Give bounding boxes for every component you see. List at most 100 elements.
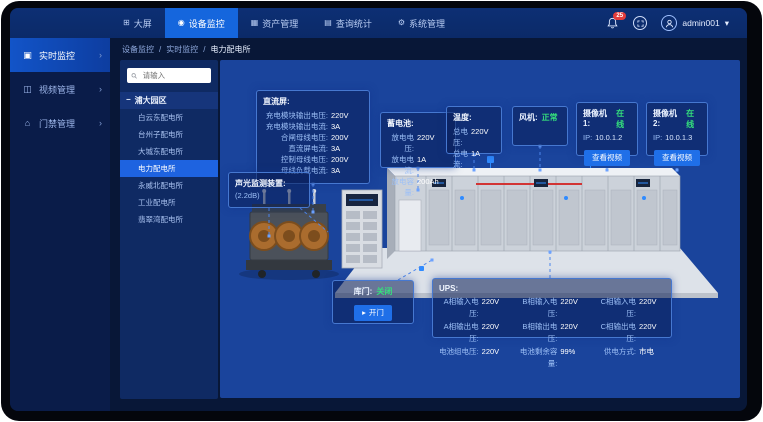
view-video-button[interactable]: 查看视频 (654, 150, 700, 166)
breadcrumb-current: 电力配电所 (210, 44, 250, 55)
field-value: 1A (471, 148, 495, 170)
tab-label: 系统管理 (409, 17, 445, 30)
field-value: 3A (331, 165, 363, 176)
device-monitor-icon: ◉ (178, 19, 185, 27)
field-value: 200Ah (417, 176, 449, 198)
camera1-status: 在线 (616, 108, 631, 130)
field-value: 220V (482, 321, 508, 345)
view-video-button[interactable]: 查看视频 (584, 150, 630, 166)
camera2-ip: 10.0.1.3 (665, 133, 692, 142)
door-icon: ⌂ (22, 118, 33, 128)
breadcrumb: 设备监控 / 实时监控 / 电力配电所 (122, 38, 250, 60)
ip-label: IP: (583, 133, 592, 142)
tab-label: 设备监控 (189, 17, 225, 30)
field-value: 220V (482, 296, 508, 320)
open-door-button[interactable]: ▸ 开门 (354, 305, 392, 321)
door-status: 关闭 (376, 286, 392, 297)
tree-item[interactable]: 大城东配电所 (120, 143, 218, 160)
field-value: 220V (560, 321, 586, 345)
field-label: 放电电流: (387, 154, 414, 176)
tree-item[interactable]: 永威北配电所 (120, 177, 218, 194)
nav-tabs: ⊞ 大屏 ◉ 设备监控 ▦ 资产管理 ▤ 查询统计 ⚙ 系统管理 (110, 8, 458, 38)
tab-query-stats[interactable]: ▤ 查询统计 (311, 8, 385, 38)
tree-root-node[interactable]: − 浦大园区 (120, 92, 218, 109)
field-label: A相输出电压: (439, 321, 479, 345)
collapse-icon[interactable]: − (126, 95, 131, 106)
field-value: 3A (331, 143, 363, 154)
user-name: admin001 (682, 18, 719, 28)
tab-label: 查询统计 (336, 17, 372, 30)
open-door-label: 开门 (369, 307, 384, 318)
tree-item[interactable]: 翡翠湾配电所 (120, 211, 218, 228)
field-value: 220V (471, 126, 495, 148)
field-label: 总电流: (453, 148, 468, 170)
tree-item-selected[interactable]: 电力配电所 (120, 160, 218, 177)
dc-panel-card: 直流屏: 充电模块输出电压:220V 充电模块输出电流:3A 合闸母线电压:20… (256, 90, 370, 184)
tab-device-monitor[interactable]: ◉ 设备监控 (165, 8, 238, 38)
user-icon (665, 19, 674, 28)
avatar (661, 15, 677, 31)
tree-item[interactable]: 白云东配电所 (120, 109, 218, 126)
field-value: 200V (331, 132, 363, 143)
sidebar-item-realtime-monitor[interactable]: ▣ 实时监控 › (10, 38, 110, 72)
tab-asset-mgmt[interactable]: ▦ 资产管理 (238, 8, 312, 38)
station-tree-panel: − 浦大园区 白云东配电所 台州子配电所 大城东配电所 电力配电所 永威北配电所… (120, 60, 218, 399)
user-menu[interactable]: admin001 ▾ (661, 15, 729, 31)
field-value: 220V (560, 296, 586, 320)
tree-item[interactable]: 台州子配电所 (120, 126, 218, 143)
ups-grid: A相输入电压:220V B相输入电压:220V C相输入电压:220V A相输出… (439, 296, 665, 370)
field-label: 总电压: (453, 126, 468, 148)
field-label: C相输出电压: (596, 321, 636, 345)
sidebar-item-label: 门禁管理 (39, 117, 75, 130)
ups-title: UPS: (439, 284, 665, 293)
monitor-icon: ▣ (22, 50, 33, 61)
field-label: B相输出电压: (518, 321, 558, 345)
field-value: 220V (331, 110, 363, 121)
notifications-button[interactable]: 25 (606, 17, 619, 30)
fullscreen-button[interactable] (633, 16, 647, 30)
search-input[interactable] (141, 70, 207, 81)
field-value: 220V (417, 132, 449, 154)
tab-big-screen[interactable]: ⊞ 大屏 (110, 8, 165, 38)
tab-label: 资产管理 (262, 17, 298, 30)
fan-label: 风机: (519, 112, 538, 123)
battery-title: 蓄电池: (387, 118, 449, 129)
video-icon: ◫ (22, 84, 33, 95)
field-value: 市电 (639, 346, 665, 370)
breadcrumb-item[interactable]: 实时监控 (166, 44, 198, 55)
tab-label: 大屏 (134, 17, 152, 30)
camera1-label: 摄像机1: (583, 108, 612, 130)
sidebar-item-label: 实时监控 (39, 49, 75, 62)
field-label: B相输入电压: (518, 296, 558, 320)
top-nav: ⊞ 大屏 ◉ 设备监控 ▦ 资产管理 ▤ 查询统计 ⚙ 系统管理 (10, 8, 747, 38)
breadcrumb-separator: / (203, 45, 205, 54)
sidebar-item-video-mgmt[interactable]: ◫ 视频管理 › (10, 72, 110, 106)
camera1-ip: 10.0.1.2 (595, 133, 622, 142)
device-frame: ⊞ 大屏 ◉ 设备监控 ▦ 资产管理 ▤ 查询统计 ⚙ 系统管理 (1, 1, 762, 421)
app-window: ⊞ 大屏 ◉ 设备监控 ▦ 资产管理 ▤ 查询统计 ⚙ 系统管理 (10, 8, 747, 411)
tree-item[interactable]: 工业配电所 (120, 194, 218, 211)
noise-value: (2.2dB) (235, 191, 303, 200)
sidebar: ▣ 实时监控 › ◫ 视频管理 › ⌂ 门禁管理 › (10, 38, 110, 411)
scene-view-panel: 直流屏: 充电模块输出电压:220V 充电模块输出电流:3A 合闸母线电压:20… (220, 60, 740, 398)
asset-mgmt-icon: ▦ (251, 19, 259, 27)
field-value: 200V (331, 154, 363, 165)
breadcrumb-item[interactable]: 设备监控 (122, 44, 154, 55)
query-stats-icon: ▤ (324, 19, 332, 27)
camera1-card: 摄像机1: 在线 IP:10.0.1.2 查看视频 (576, 102, 638, 156)
fan-status-card: 风机: 正常 (512, 106, 568, 146)
field-label: 控制母线电压: (263, 154, 328, 165)
ups-card: UPS: A相输入电压:220V B相输入电压:220V C相输入电压:220V… (432, 278, 672, 338)
meter-title: 温度: (453, 112, 495, 123)
camera2-status: 在线 (686, 108, 701, 130)
noise-monitor-card: 声光监测装置: (2.2dB) (228, 172, 310, 208)
field-value: 99% (560, 346, 586, 370)
field-label: 电池剩余容量: (518, 346, 558, 370)
sidebar-item-access-control[interactable]: ⌂ 门禁管理 › (10, 106, 110, 140)
field-value: 220V (639, 321, 665, 345)
dc-panel-title: 直流屏: (263, 96, 363, 107)
breadcrumb-separator: / (159, 45, 161, 54)
door-label: 库门: (354, 286, 373, 297)
tree-search (127, 68, 211, 83)
tab-system-mgmt[interactable]: ⚙ 系统管理 (385, 8, 458, 38)
